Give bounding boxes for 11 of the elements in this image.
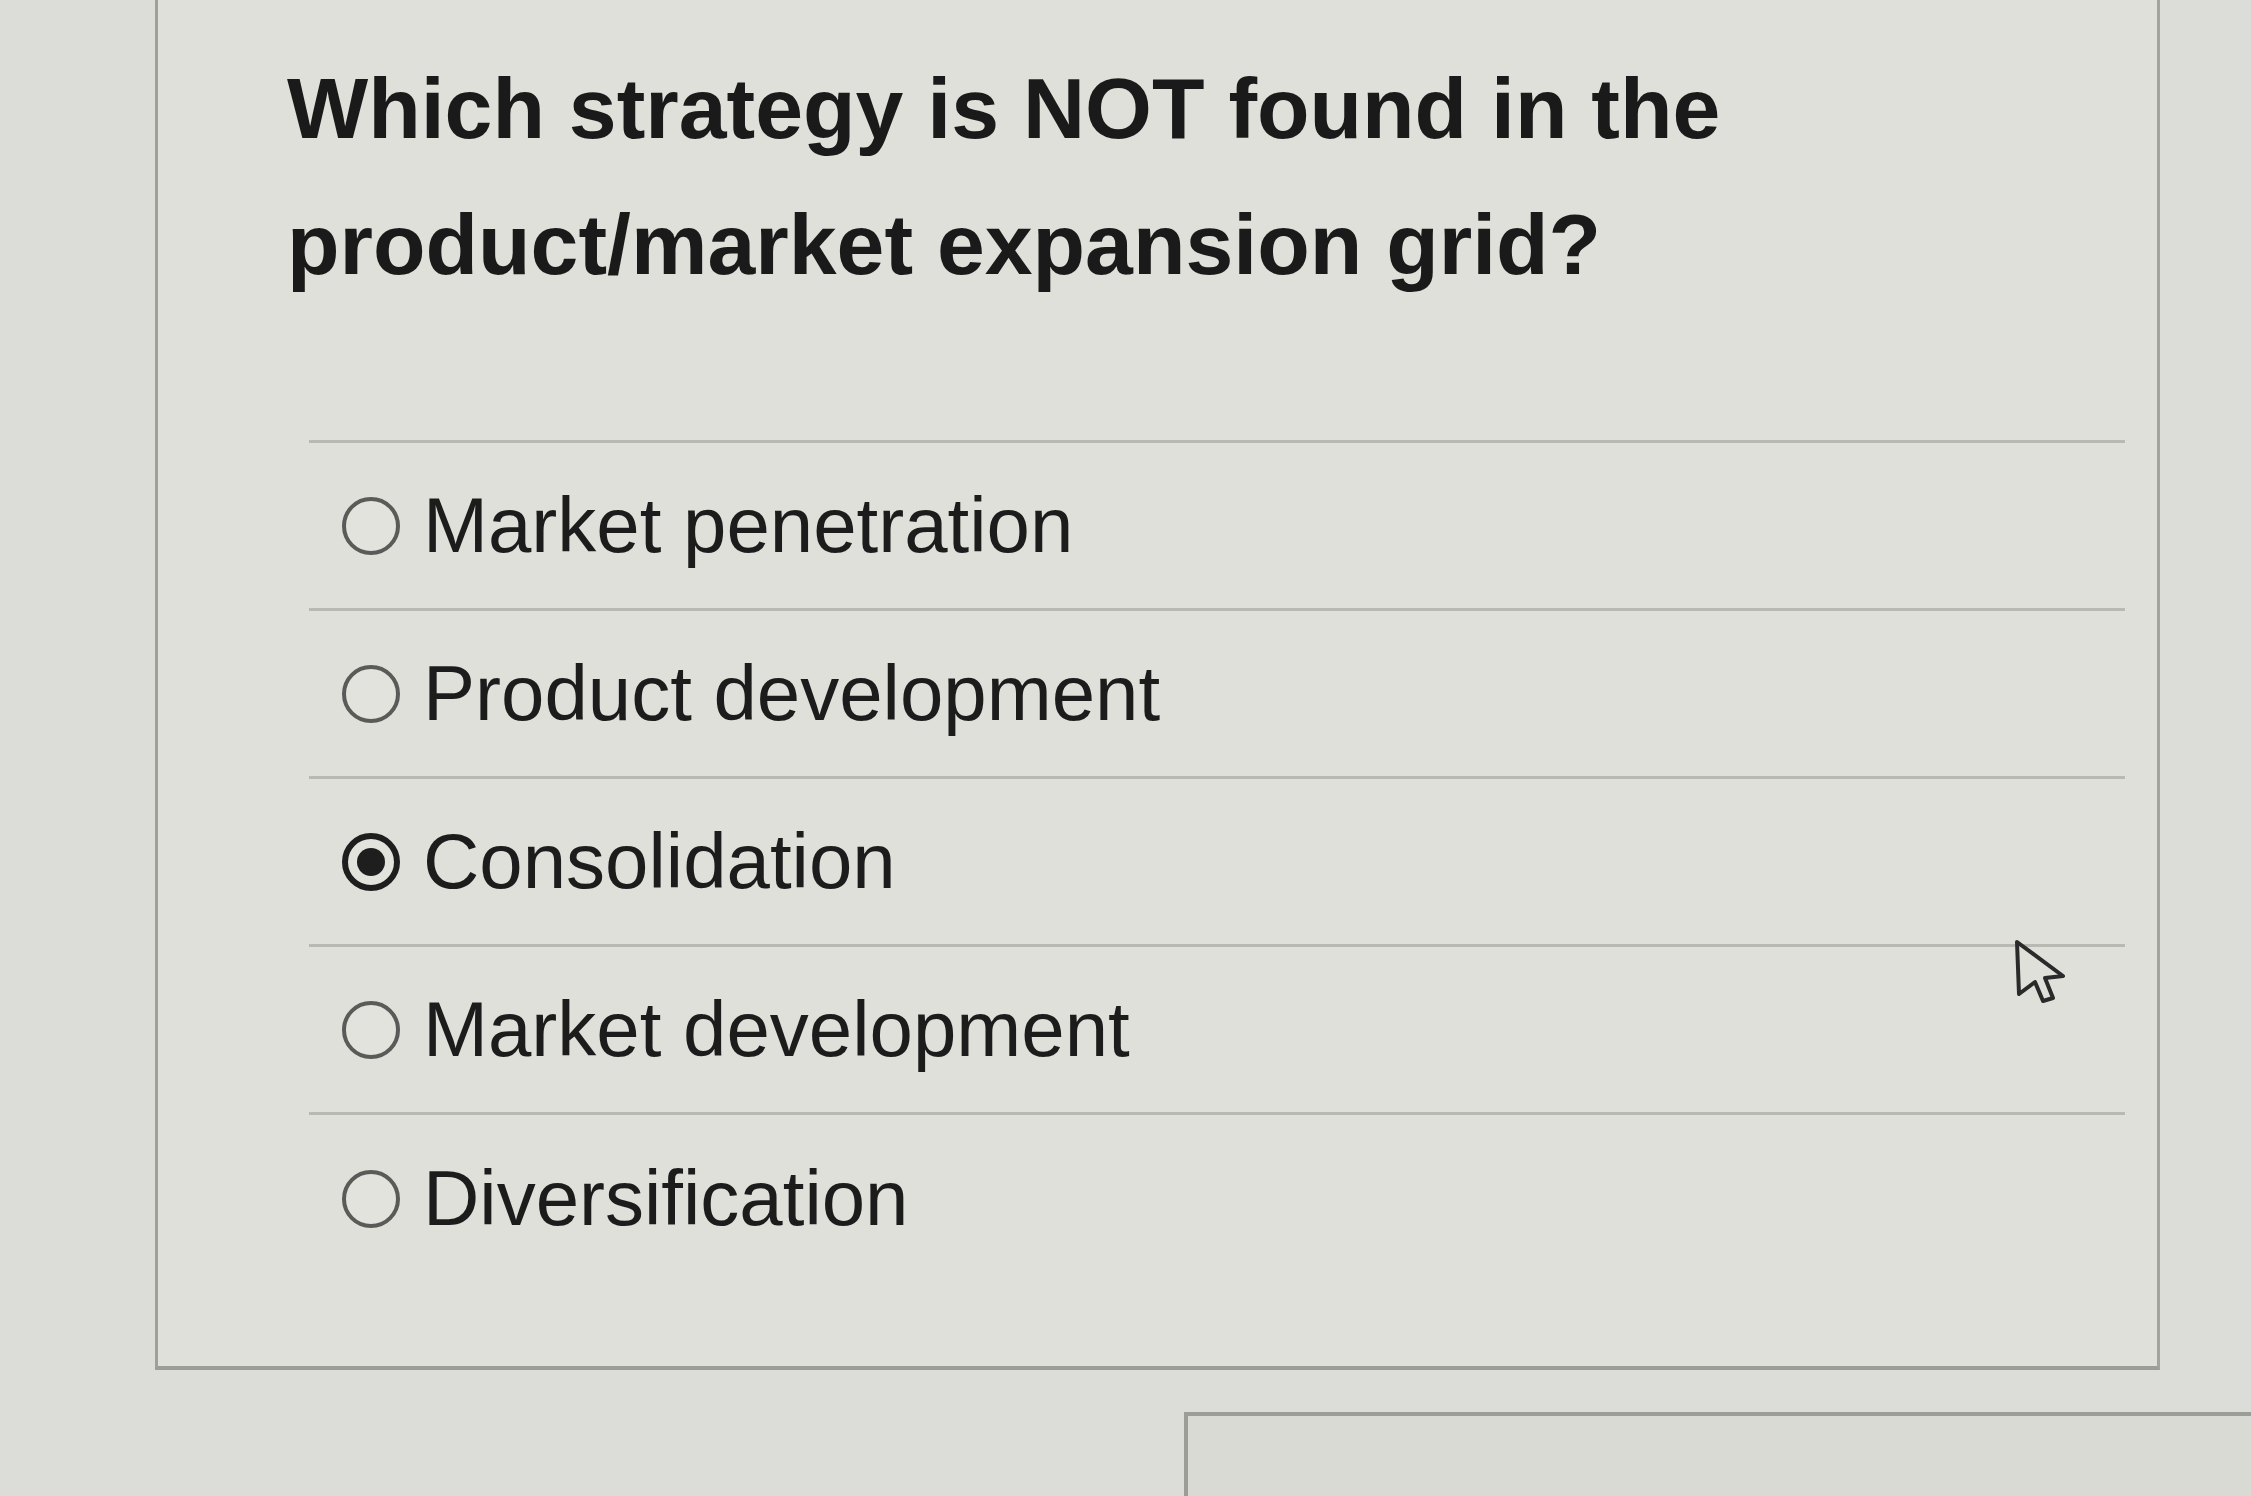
radio-button[interactable]: [341, 1169, 401, 1229]
option-label[interactable]: Diversification: [423, 1154, 909, 1244]
option-label[interactable]: Market development: [423, 984, 1130, 1075]
option-label[interactable]: Market penetration: [423, 480, 1074, 571]
option-label[interactable]: Product development: [423, 648, 1161, 739]
question-text: Which strategy is NOT found in the product/market expansion grid?: [287, 59, 1722, 294]
radio-button[interactable]: [341, 663, 401, 724]
radio-button[interactable]: [341, 999, 401, 1060]
radio-button[interactable]: [341, 495, 401, 556]
radio-button[interactable]: [341, 831, 401, 892]
option-label[interactable]: Consolidation: [423, 816, 896, 907]
